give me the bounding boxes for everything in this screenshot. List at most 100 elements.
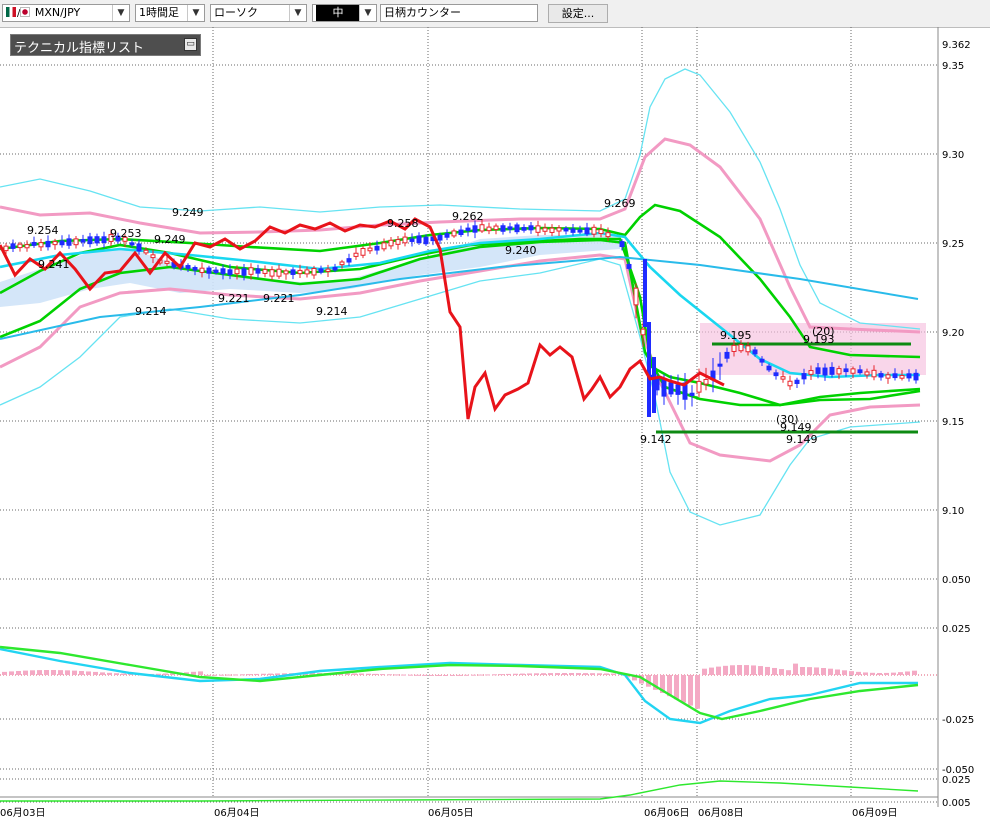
macd-bar	[758, 666, 763, 675]
candle	[815, 367, 821, 374]
settings-button[interactable]: 設定...	[548, 4, 608, 23]
macd-bar	[520, 673, 525, 675]
macd-bar	[730, 665, 735, 675]
candle	[479, 224, 485, 232]
candle	[283, 270, 289, 275]
macd-bar	[611, 673, 616, 675]
macd-bar	[408, 674, 413, 676]
macd-bar	[492, 674, 497, 676]
price-scale-label: 9.15	[942, 417, 964, 428]
candle	[773, 372, 779, 377]
macd-bar	[807, 667, 812, 675]
candle	[381, 242, 387, 250]
macd-scale-label: 0.050	[942, 575, 971, 586]
timeframe-label: 1時間足	[139, 6, 179, 19]
chart-type-label: ローソク	[214, 6, 258, 19]
currency-pair-select[interactable]: / MXN/JPY ▼	[2, 4, 130, 22]
macd-bar	[352, 673, 357, 675]
counter-field[interactable]: 日柄カウンター	[380, 4, 538, 22]
price-annotation: 9.221	[263, 292, 295, 305]
candle	[101, 236, 107, 244]
candle	[234, 268, 240, 275]
candle	[892, 373, 898, 379]
candle	[136, 243, 142, 252]
macd-bar	[744, 665, 749, 675]
price-annotation: 9.214	[135, 305, 167, 318]
candle	[143, 249, 149, 254]
chevron-down-icon[interactable]: ▼	[359, 5, 376, 21]
price-annotation: 9.249	[172, 206, 204, 219]
candle	[73, 238, 79, 246]
candle	[703, 378, 709, 385]
macd-bar	[51, 670, 56, 675]
price-annotation: 9.241	[38, 258, 70, 271]
macd-bar	[163, 673, 168, 675]
macd-scale-label: 0.025	[942, 624, 971, 635]
candle	[227, 269, 233, 275]
candle	[766, 365, 772, 371]
candle	[45, 240, 51, 248]
macd-bar	[114, 673, 119, 675]
price-annotation: 9.258	[387, 217, 419, 230]
candle	[59, 240, 65, 246]
candle	[521, 227, 527, 231]
macd-bar	[30, 670, 35, 675]
macd-bar	[688, 675, 693, 706]
candle	[332, 266, 338, 271]
candle	[899, 374, 905, 379]
indicator-scale-label: 0.025	[942, 775, 971, 786]
candle	[388, 239, 394, 247]
macd-signal-line	[0, 645, 919, 721]
candle	[836, 368, 842, 375]
candle	[675, 384, 681, 395]
macd-bar	[247, 674, 252, 676]
macd-bar	[723, 665, 728, 675]
macd-bar	[583, 673, 588, 675]
price-annotation: 9.149	[786, 433, 818, 446]
japan-flag-icon	[20, 7, 31, 17]
macd-bar	[226, 674, 231, 676]
candle	[311, 267, 317, 276]
candle	[857, 369, 863, 374]
candle	[360, 248, 366, 256]
macd-bar	[436, 674, 441, 676]
candle	[206, 267, 212, 274]
chevron-down-icon[interactable]: ▼	[187, 5, 204, 21]
date-label: 06月06日	[644, 807, 689, 819]
candle	[619, 241, 625, 248]
candle	[563, 227, 569, 232]
candle	[486, 226, 492, 232]
macd-bar	[695, 675, 700, 709]
candle	[38, 242, 44, 248]
timeframe-select[interactable]: 1時間足 ▼	[135, 4, 205, 22]
chevron-down-icon[interactable]: ▼	[289, 5, 306, 21]
macd-bar	[681, 675, 686, 703]
macd-bar	[499, 674, 504, 676]
candle	[647, 322, 651, 417]
macd-bar	[597, 673, 602, 675]
candle	[689, 392, 695, 396]
macd-bar	[380, 674, 385, 676]
macd-bar	[849, 671, 854, 675]
chart-area[interactable]: 9.254 9.241 9.253 9.249 9.214 9.249 9.22…	[0, 27, 990, 820]
candle	[556, 227, 562, 232]
chevron-down-icon[interactable]: ▼	[112, 5, 129, 21]
macd-line	[0, 647, 918, 725]
candle	[318, 268, 324, 273]
candle	[724, 351, 730, 359]
date-label: 06月05日	[428, 807, 473, 819]
minimize-icon[interactable]: ▭	[184, 38, 197, 51]
macd-bar	[205, 674, 210, 676]
chart-type-select[interactable]: ローソク ▼	[210, 4, 307, 22]
macd-bar	[37, 670, 42, 675]
candle	[416, 235, 422, 244]
candle	[500, 225, 506, 232]
candle	[808, 370, 814, 375]
macd-bar	[275, 673, 280, 675]
indicator-list-panel[interactable]: テクニカル指標リスト ▭	[10, 34, 201, 56]
line-width-select[interactable]: 中 ▼	[312, 4, 377, 22]
candle	[213, 269, 219, 274]
macd-bar	[828, 668, 833, 675]
candle	[17, 243, 23, 249]
candle	[255, 268, 261, 274]
